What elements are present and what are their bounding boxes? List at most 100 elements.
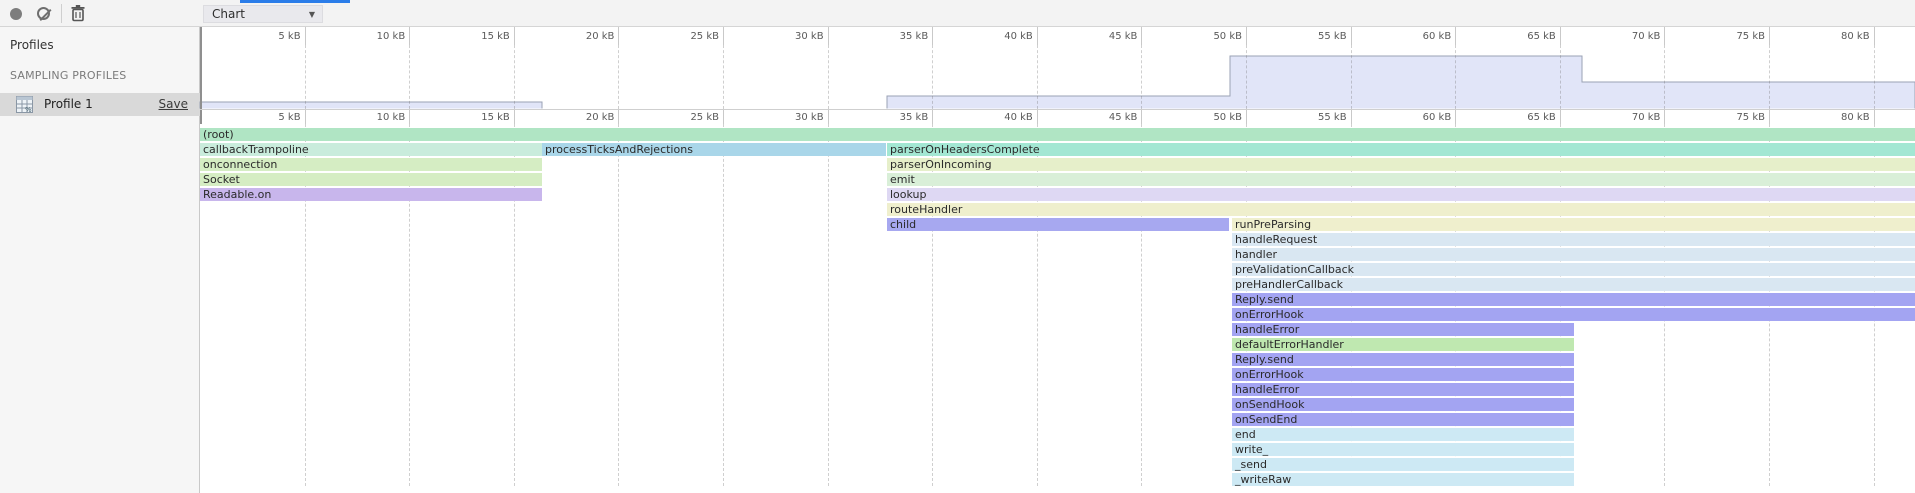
ruler-tick-mark	[618, 27, 619, 45]
flame-block--send[interactable]: _send	[1232, 458, 1574, 471]
flame-block-write-[interactable]: write_	[1232, 443, 1574, 456]
flame-block-onconnection[interactable]: onconnection	[200, 158, 542, 171]
overview-gridline	[409, 45, 410, 109]
flame-block-defaulterrorhandler[interactable]: defaultErrorHandler	[1232, 338, 1574, 351]
ruler-tick-mark	[1141, 110, 1142, 124]
ruler-tick-mark	[1246, 110, 1247, 124]
ruler-tick-mark	[514, 110, 515, 124]
memory-profiler-panel: Chart ▼ Profiles SAMPLING PROFILES % Pro…	[0, 0, 1915, 493]
ruler-tick-label: 55 kB	[1287, 111, 1347, 125]
ruler-tick-mark	[828, 110, 829, 124]
ruler-tick-label: 50 kB	[1182, 30, 1242, 44]
ruler-tick-label: 30 kB	[764, 111, 824, 125]
ruler-tick-label: 15 kB	[450, 30, 510, 44]
ruler-tick-label: 50 kB	[1182, 111, 1242, 125]
overview-gridline	[1037, 45, 1038, 109]
flame-block-prevalidationcallback[interactable]: preValidationCallback	[1232, 263, 1915, 276]
ruler-tick-label: 15 kB	[450, 111, 510, 125]
overview-range-selector[interactable]	[200, 45, 1915, 109]
ruler-tick-mark	[1560, 27, 1561, 45]
ruler-tick-label: 45 kB	[1077, 111, 1137, 125]
ruler-tick-label: 5 kB	[241, 30, 301, 44]
overview-gridline	[305, 45, 306, 109]
ruler-tick-mark	[1037, 110, 1038, 124]
overview-gridline	[1351, 45, 1352, 109]
ruler-tick-label: 25 kB	[659, 111, 719, 125]
ruler-tick-mark	[514, 27, 515, 45]
flame-block-handlerequest[interactable]: handleRequest	[1232, 233, 1915, 246]
flame-block-onsendend[interactable]: onSendEnd	[1232, 413, 1574, 426]
ruler-tick-mark	[1874, 27, 1875, 45]
ruler-tick-label: 10 kB	[345, 111, 405, 125]
ruler-tick-mark	[1455, 110, 1456, 124]
ruler-tick-label: 10 kB	[345, 30, 405, 44]
overview-gridline	[1560, 45, 1561, 109]
ruler-tick-mark	[1246, 27, 1247, 45]
ruler-tick-mark	[1455, 27, 1456, 45]
overview-gridline	[1664, 45, 1665, 109]
flame-block-child[interactable]: child	[887, 218, 1229, 231]
flame-block-handleerror[interactable]: handleError	[1232, 383, 1574, 396]
ruler-tick-label: 30 kB	[764, 30, 824, 44]
flame-block-parseronheaderscomplete[interactable]: parserOnHeadersComplete	[887, 143, 1915, 156]
flame-block-lookup[interactable]: lookup	[887, 188, 1915, 201]
flame-gridline	[828, 124, 829, 486]
ruler-tick-mark	[305, 110, 306, 124]
ruler-tick-mark	[305, 27, 306, 45]
ruler-tick-mark	[1351, 27, 1352, 45]
flame-block-readable-on[interactable]: Readable.on	[200, 188, 542, 201]
ruler-tick-label: 25 kB	[659, 30, 719, 44]
flame-block-reply-send[interactable]: Reply.send	[1232, 293, 1915, 306]
flame-block-onerrorhook[interactable]: onErrorHook	[1232, 368, 1574, 381]
ruler-tick-label: 70 kB	[1600, 30, 1660, 44]
flame-block-handler[interactable]: handler	[1232, 248, 1915, 261]
flame-block-routehandler[interactable]: routeHandler	[887, 203, 1915, 216]
overview-gridline	[1874, 45, 1875, 109]
flame-block-handleerror[interactable]: handleError	[1232, 323, 1574, 336]
flame-block-onerrorhook[interactable]: onErrorHook	[1232, 308, 1915, 321]
flame-block-end[interactable]: end	[1232, 428, 1574, 441]
ruler-tick-mark	[932, 27, 933, 45]
ruler-tick-mark	[1351, 110, 1352, 124]
ruler-tick-mark	[1664, 27, 1665, 45]
ruler-tick-label: 80 kB	[1810, 30, 1870, 44]
ruler-tick-mark	[409, 27, 410, 45]
overview-gridline	[618, 45, 619, 109]
ruler-tick-mark	[1664, 110, 1665, 124]
overview-gridline	[1141, 45, 1142, 109]
ruler-tick-label: 80 kB	[1810, 111, 1870, 125]
ruler-tick-label: 20 kB	[554, 111, 614, 125]
flame-block--root-[interactable]: (root)	[200, 128, 1915, 141]
ruler-tick-label: 60 kB	[1391, 30, 1451, 44]
flame-block-runpreparsing[interactable]: runPreParsing	[1232, 218, 1915, 231]
flame-block-callbacktrampoline[interactable]: callbackTrampoline	[200, 143, 542, 156]
ruler-tick-mark	[1769, 110, 1770, 124]
flame-block-socket[interactable]: Socket	[200, 173, 542, 186]
overview-gridline	[1246, 45, 1247, 109]
ruler-tick-label: 35 kB	[868, 111, 928, 125]
flame-block-parseronincoming[interactable]: parserOnIncoming	[887, 158, 1915, 171]
ruler-tick-mark	[1874, 110, 1875, 124]
overview-bottom-border	[200, 109, 1915, 110]
ruler-tick-mark	[1769, 27, 1770, 45]
overview-gridline	[828, 45, 829, 109]
overview-gridline	[723, 45, 724, 109]
flame-block-prehandlercallback[interactable]: preHandlerCallback	[1232, 278, 1915, 291]
flame-block-emit[interactable]: emit	[887, 173, 1915, 186]
ruler-tick-label: 35 kB	[868, 30, 928, 44]
flame-gridline	[723, 124, 724, 486]
flame-block--writeraw[interactable]: _writeRaw	[1232, 473, 1574, 486]
ruler-tick-mark	[723, 110, 724, 124]
ruler-tick-mark	[723, 27, 724, 45]
ruler-tick-mark	[828, 27, 829, 45]
ruler-tick-label: 65 kB	[1496, 111, 1556, 125]
ruler-tick-mark	[1560, 110, 1561, 124]
flame-gridline	[618, 124, 619, 486]
flame-block-onsendhook[interactable]: onSendHook	[1232, 398, 1574, 411]
flame-block-reply-send[interactable]: Reply.send	[1232, 353, 1574, 366]
ruler-tick-label: 20 kB	[554, 30, 614, 44]
overview-gridline	[514, 45, 515, 109]
flame-block-processticksandrejections[interactable]: processTicksAndRejections	[542, 143, 886, 156]
ruler-tick-mark	[618, 110, 619, 124]
ruler-tick-label: 40 kB	[973, 111, 1033, 125]
